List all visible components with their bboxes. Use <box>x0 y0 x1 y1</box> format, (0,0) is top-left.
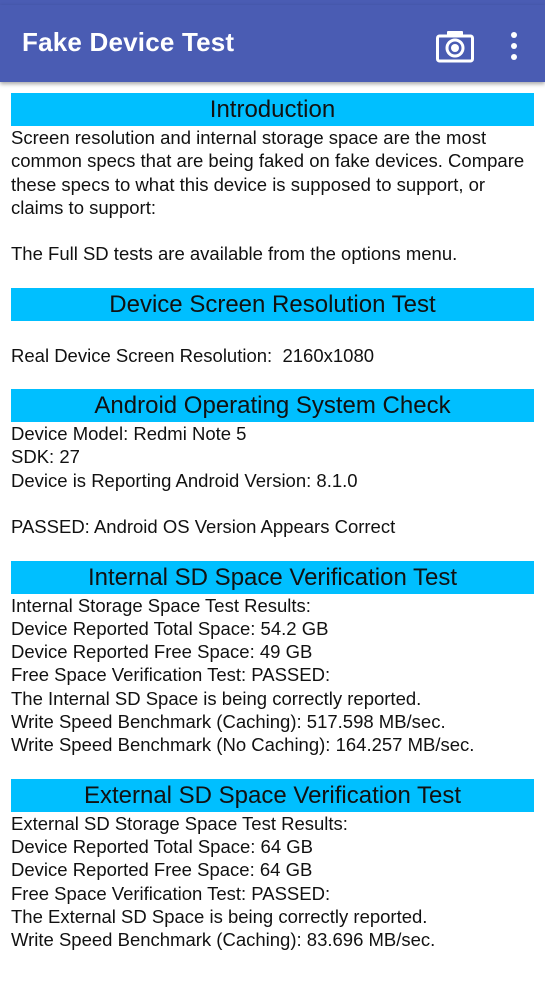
external-total-space: Device Reported Total Space: 64 GB <box>11 835 313 857</box>
external-write-caching: Write Speed Benchmark (Caching): 83.696 … <box>11 929 436 951</box>
internal-total-space: Device Reported Total Space: 54.2 GB <box>11 617 329 639</box>
screen-body: Real Device Screen Resolution: 2160x1080 <box>11 321 534 367</box>
external-reported-status: The External SD Space is being correctly… <box>11 905 428 927</box>
internal-results-label: Internal Storage Space Test Results: <box>11 594 311 616</box>
android-result: PASSED: Android OS Version Appears Corre… <box>11 516 396 538</box>
sdk-version: SDK: 27 <box>11 446 80 468</box>
internal-reported-status: The Internal SD Space is being correctly… <box>11 687 422 709</box>
app-title: Fake Device Test <box>22 27 235 57</box>
internal-sd-header: Internal SD Space Verification Test <box>11 560 534 594</box>
content-scroll[interactable]: Introduction Screen resolution and inter… <box>0 82 545 951</box>
camera-icon <box>436 31 474 63</box>
external-free-space: Device Reported Free Space: 64 GB <box>11 859 313 881</box>
overflow-menu-icon <box>511 32 517 60</box>
internal-sd-body: Internal Storage Space Test Results: Dev… <box>11 594 534 757</box>
external-verification-result: Free Space Verification Test: PASSED: <box>11 882 331 904</box>
android-section: Android Operating System Check Device Mo… <box>11 389 534 538</box>
internal-sd-section: Internal SD Space Verification Test Inte… <box>11 560 534 757</box>
android-body: Device Model: Redmi Note 5 SDK: 27 Devic… <box>11 422 534 538</box>
intro-section: Introduction Screen resolution and inter… <box>11 93 534 266</box>
android-version: Device is Reporting Android Version: 8.1… <box>11 469 358 491</box>
external-sd-header: External SD Space Verification Test <box>11 778 534 812</box>
external-sd-body: External SD Storage Space Test Results: … <box>11 812 534 952</box>
screenshot-button[interactable] <box>436 29 474 63</box>
intro-paragraph: Screen resolution and internal storage s… <box>11 127 525 218</box>
internal-free-space: Device Reported Free Space: 49 GB <box>11 641 313 663</box>
intro-body: Screen resolution and internal storage s… <box>11 126 534 266</box>
intro-header: Introduction <box>11 93 534 126</box>
internal-write-no-caching: Write Speed Benchmark (No Caching): 164.… <box>11 734 475 756</box>
android-header: Android Operating System Check <box>11 389 534 423</box>
screen-section: Device Screen Resolution Test Real Devic… <box>11 287 534 367</box>
overflow-menu-button[interactable] <box>500 31 528 65</box>
intro-note: The Full SD tests are available from the… <box>11 243 458 265</box>
screen-header: Device Screen Resolution Test <box>11 287 534 321</box>
external-sd-section: External SD Space Verification Test Exte… <box>11 778 534 952</box>
internal-verification-result: Free Space Verification Test: PASSED: <box>11 664 331 686</box>
app-bar: Fake Device Test <box>0 5 545 82</box>
external-results-label: External SD Storage Space Test Results: <box>11 812 348 834</box>
screen-resolution-value: Real Device Screen Resolution: 2160x1080 <box>11 344 375 366</box>
internal-write-caching: Write Speed Benchmark (Caching): 517.598… <box>11 711 446 733</box>
device-model: Device Model: Redmi Note 5 <box>11 423 247 445</box>
